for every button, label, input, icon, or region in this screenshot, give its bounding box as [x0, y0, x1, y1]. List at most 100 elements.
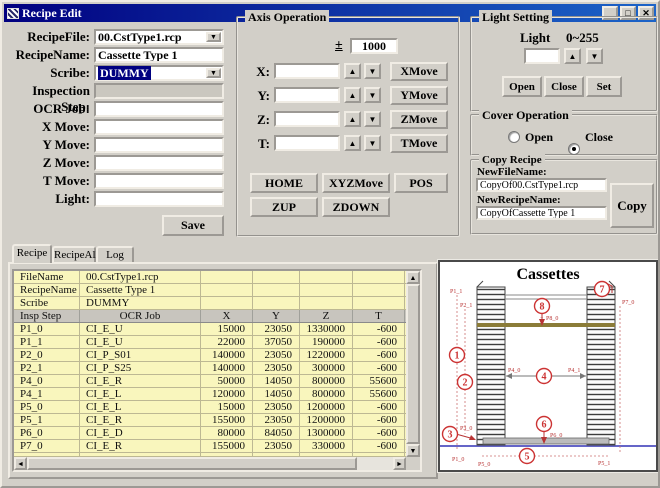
cell [253, 284, 300, 296]
save-button[interactable]: Save [162, 215, 224, 236]
z-spin-up-icon[interactable]: ▲ [344, 111, 361, 127]
recipe-file-label: RecipeFile: [2, 29, 90, 45]
home-button[interactable]: HOME [250, 173, 318, 193]
zup-button[interactable]: ZUP [250, 197, 318, 217]
light-spin-up-icon[interactable]: ▲ [564, 48, 581, 64]
pos-button[interactable]: POS [394, 173, 448, 193]
callout-4: 4 [542, 372, 547, 383]
light-range-label: 0~255 [566, 30, 599, 46]
left-rail [477, 287, 505, 445]
cell: P4_1 [14, 388, 80, 400]
olive-bar [477, 323, 615, 327]
horizontal-scroll-thumb[interactable] [27, 457, 357, 470]
cell: 55600 [353, 388, 405, 400]
ocr-job-input[interactable] [94, 101, 224, 117]
y-move-input[interactable] [94, 137, 224, 153]
cell [300, 284, 353, 296]
step-value-input[interactable] [350, 38, 398, 54]
light-open-button[interactable]: Open [502, 76, 542, 97]
callout-5: 5 [525, 452, 530, 463]
t-spin-up-icon[interactable]: ▲ [344, 135, 361, 151]
ymove-button[interactable]: YMove [390, 86, 448, 105]
cell: 1200000 [300, 401, 353, 413]
table-body: FileName00.CstType1.rcpRecipeNameCassett… [14, 271, 406, 453]
recipe-name-input[interactable] [94, 47, 224, 63]
vertical-scroll-thumb[interactable] [406, 284, 420, 444]
cell: P2_0 [14, 349, 80, 361]
copy-recipe-title: Copy Recipe [479, 153, 545, 167]
horizontal-scrollbar[interactable]: ◄ ► [14, 457, 406, 470]
recipe-file-combo[interactable]: 00.CstType1.rcp ▼ [94, 29, 224, 45]
label-p6-0: P6_0 [550, 433, 562, 439]
table-row[interactable]: P1_1CI_E_U2200037050190000-600 [14, 336, 406, 349]
xmove-button[interactable]: XMove [390, 62, 448, 81]
label-p7-0: P7_0 [622, 300, 634, 306]
z-axis-input[interactable] [274, 111, 340, 127]
tab-recipe[interactable]: Recipe [12, 244, 52, 263]
table-row[interactable]: P5_0CI_E_L15000230501200000-600 [14, 401, 406, 414]
cell: 23050 [253, 362, 300, 374]
table-row[interactable]: P6_0CI_E_D80000840501300000-600 [14, 427, 406, 440]
x-spin-down-icon[interactable]: ▼ [364, 63, 381, 79]
table-row[interactable]: P4_0CI_E_R500001405080000055600 [14, 375, 406, 388]
callout-7: 7 [600, 285, 605, 296]
cover-close-label[interactable]: Close [585, 130, 613, 144]
light-close-button[interactable]: Close [544, 76, 584, 97]
y-spin-up-icon[interactable]: ▲ [344, 87, 361, 103]
table-row[interactable]: P4_1CI_E_L1200001405080000055600 [14, 388, 406, 401]
cover-open-label[interactable]: Open [525, 130, 553, 144]
cell: -600 [353, 440, 405, 452]
t-move-input[interactable] [94, 173, 224, 189]
y-spin-down-icon[interactable]: ▼ [364, 87, 381, 103]
scroll-down-icon[interactable]: ▼ [406, 444, 420, 457]
table-row[interactable]: P2_0CI_P_S01140000230501220000-600 [14, 349, 406, 362]
scribe-label: Scribe: [2, 65, 90, 81]
cell: P7_0 [14, 440, 80, 452]
new-file-name-label: NewFileName: [477, 166, 547, 178]
cover-close-radio[interactable] [568, 143, 580, 155]
cell: P1_1 [14, 336, 80, 348]
scribe-combo[interactable]: DUMMY ▼ [94, 65, 224, 81]
table-row[interactable]: P1_0CI_E_U15000230501330000-600 [14, 323, 406, 336]
zmove-button[interactable]: ZMove [390, 110, 448, 129]
t-axis-input[interactable] [274, 135, 340, 151]
t-spin-down-icon[interactable]: ▼ [364, 135, 381, 151]
tab-recipeall[interactable]: RecipeAll [52, 246, 96, 263]
scroll-right-icon[interactable]: ► [393, 457, 406, 470]
new-file-name-input[interactable] [476, 178, 607, 192]
y-axis-input[interactable] [274, 87, 340, 103]
chevron-down-icon[interactable]: ▼ [206, 32, 221, 42]
x-move-input[interactable] [94, 119, 224, 135]
cover-open-radio[interactable] [508, 131, 520, 143]
x-axis-input[interactable] [274, 63, 340, 79]
light-input[interactable] [94, 191, 224, 207]
x-spin-up-icon[interactable]: ▲ [344, 63, 361, 79]
copy-button[interactable]: Copy [610, 183, 654, 228]
cell: P6_0 [14, 427, 80, 439]
chevron-down-icon[interactable]: ▼ [206, 68, 221, 78]
table-row[interactable]: P5_1CI_E_R155000230501200000-600 [14, 414, 406, 427]
z-axis-label: Z: [248, 112, 270, 128]
xyzmove-button[interactable]: XYZMove [322, 173, 390, 193]
table-row[interactable]: P2_1CI_P_S2514000023050300000-600 [14, 362, 406, 375]
z-move-input[interactable] [94, 155, 224, 171]
vertical-scrollbar[interactable]: ▲ ▼ [406, 271, 420, 457]
scroll-left-icon[interactable]: ◄ [14, 457, 27, 470]
z-spin-down-icon[interactable]: ▼ [364, 111, 381, 127]
scroll-up-icon[interactable]: ▲ [406, 271, 420, 284]
cell: 155000 [201, 440, 253, 452]
cell: 800000 [300, 375, 353, 387]
tab-log[interactable]: Log [96, 246, 134, 263]
new-recipe-name-input[interactable] [476, 206, 607, 220]
cell [300, 297, 353, 309]
callout-2: 2 [463, 378, 468, 389]
zdown-button[interactable]: ZDOWN [322, 197, 390, 217]
light-value-input[interactable] [524, 48, 560, 64]
t-move-label: T Move: [2, 173, 90, 189]
cell: 55600 [353, 375, 405, 387]
table-row[interactable]: P7_0CI_E_R15500023050330000-600 [14, 440, 406, 453]
tmove-button[interactable]: TMove [390, 134, 448, 153]
light-spin-down-icon[interactable]: ▼ [586, 48, 603, 64]
x-move-label: X Move: [2, 119, 90, 135]
light-set-button[interactable]: Set [586, 76, 622, 97]
